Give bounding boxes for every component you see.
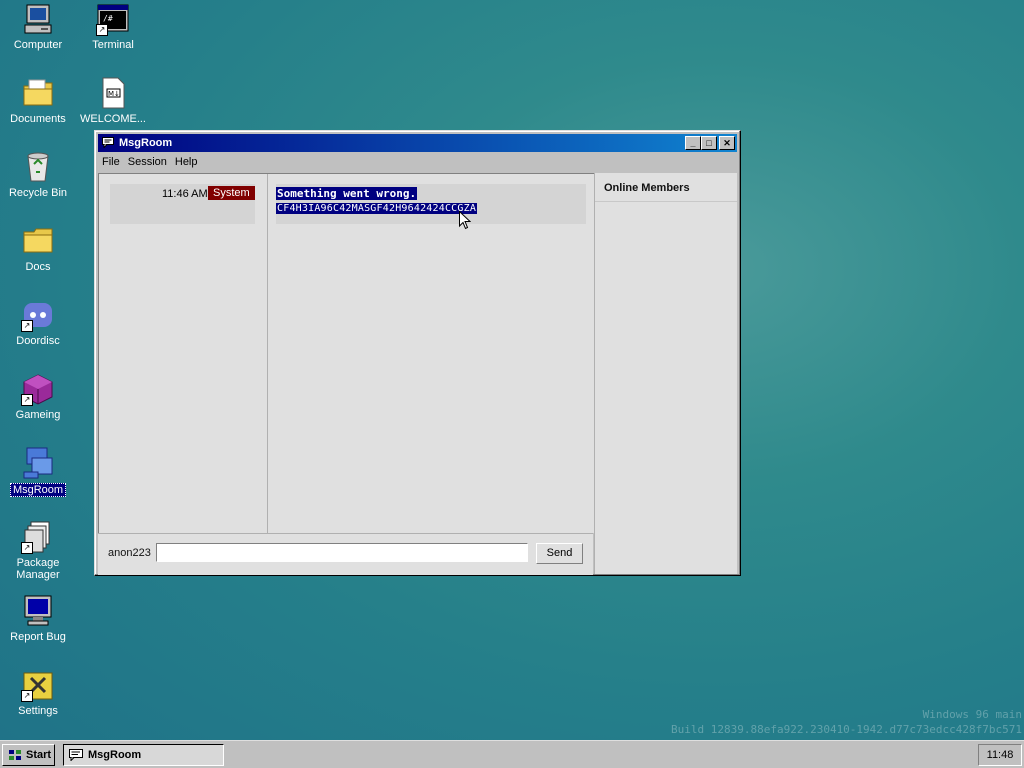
message-time: 11:46 AM bbox=[162, 188, 208, 200]
desktop-icon-label: Terminal bbox=[92, 39, 134, 51]
desktop-icon-terminal[interactable]: /# ↗ Terminal bbox=[75, 2, 151, 51]
terminal-icon: /# ↗ bbox=[96, 2, 130, 36]
window-title: MsgRoom bbox=[119, 137, 173, 149]
desktop-icon-package-manager[interactable]: ↗ Package Manager bbox=[0, 520, 76, 581]
username-label: anon223 bbox=[108, 547, 151, 559]
desktop-icon-doordisc[interactable]: ↗ Doordisc bbox=[0, 298, 76, 347]
package-icon: ↗ bbox=[21, 520, 55, 554]
desktop-icon-label: Docs bbox=[25, 261, 51, 273]
desktop-icon-documents[interactable]: Documents bbox=[0, 76, 76, 125]
desktop-icon-docs[interactable]: Docs bbox=[0, 224, 76, 273]
desktop-icon-gameing[interactable]: ↗ Gameing bbox=[0, 372, 76, 421]
message-input[interactable] bbox=[156, 543, 528, 562]
folder-documents-icon bbox=[21, 76, 55, 110]
desktop-icon-label: Gameing bbox=[15, 409, 61, 421]
shortcut-arrow-icon: ↗ bbox=[21, 690, 33, 702]
minimize-button[interactable]: _ bbox=[685, 136, 701, 150]
taskbar: Start MsgRoom 11:48 bbox=[0, 740, 1024, 768]
start-label: Start bbox=[26, 749, 52, 761]
message-meta-column: 11:46 AM System bbox=[99, 174, 268, 533]
maximize-button[interactable]: □ bbox=[701, 136, 717, 150]
message-meta: 11:46 AM System bbox=[110, 184, 255, 224]
desktop-icon-label: Doordisc bbox=[16, 335, 60, 347]
folder-icon bbox=[21, 224, 55, 258]
desktop-icon-msgroom[interactable]: MsgRoom bbox=[0, 446, 76, 497]
settings-tools-icon: ↗ bbox=[21, 668, 55, 702]
message-area[interactable]: 11:46 AM System Something went wrong. CF… bbox=[98, 173, 594, 533]
msgroom-window: MsgRoom _ □ ✕ File Session Help 11:46 AM S… bbox=[94, 130, 741, 576]
desktop-icon-label: Computer bbox=[13, 39, 63, 51]
shortcut-arrow-icon: ↗ bbox=[21, 320, 33, 332]
desktop-icon-label: Documents bbox=[10, 113, 66, 125]
computer-icon bbox=[21, 2, 55, 36]
members-header: Online Members bbox=[595, 173, 737, 202]
monitor-bug-icon bbox=[21, 594, 55, 628]
msgroom-icon bbox=[21, 446, 55, 480]
message-line-1: Something went wrong. bbox=[276, 187, 418, 200]
desktop-icon-label: WELCOME... bbox=[79, 113, 146, 125]
shortcut-arrow-icon: ↗ bbox=[21, 394, 33, 406]
shortcut-arrow-icon: ↗ bbox=[21, 542, 33, 554]
taskbar-item-msgroom[interactable]: MsgRoom bbox=[63, 744, 224, 766]
desktop-icon-report-bug[interactable]: Report Bug bbox=[0, 594, 76, 643]
mouse-cursor-icon bbox=[459, 210, 472, 230]
svg-text:M↓: M↓ bbox=[108, 90, 120, 98]
markdown-file-icon: M↓ bbox=[96, 76, 130, 110]
version-watermark-build: Build 12839.88efa922.230410-1942.d77c73e… bbox=[671, 723, 1022, 736]
recycle-bin-icon bbox=[21, 150, 55, 184]
chat-bubble-icon bbox=[69, 749, 83, 764]
shortcut-arrow-icon: ↗ bbox=[96, 24, 108, 36]
send-button[interactable]: Send bbox=[536, 543, 583, 564]
message-body[interactable]: Something went wrong. CF4H3IA96C42MASGF4… bbox=[276, 184, 586, 224]
sender-badge[interactable]: System bbox=[208, 186, 255, 200]
desktop-icon-label: Package Manager bbox=[16, 557, 60, 581]
desktop-icon-label: MsgRoom bbox=[9, 483, 67, 497]
menu-file[interactable]: File bbox=[98, 153, 124, 171]
window-titlebar[interactable]: MsgRoom _ □ ✕ bbox=[98, 134, 737, 152]
compose-bar: anon223 Send bbox=[98, 533, 593, 575]
message-line-2: CF4H3IA96C42MASGF42H9642424CCGZA bbox=[276, 203, 478, 214]
menu-bar: File Session Help bbox=[98, 153, 737, 171]
start-logo-icon bbox=[7, 748, 23, 765]
discord-icon: ↗ bbox=[21, 298, 55, 332]
version-watermark-title: Windows 96 main bbox=[922, 708, 1022, 721]
close-button[interactable]: ✕ bbox=[719, 136, 735, 150]
desktop-icon-label: Recycle Bin bbox=[8, 187, 68, 199]
svg-text:/#: /# bbox=[103, 14, 113, 23]
taskbar-item-label: MsgRoom bbox=[88, 749, 142, 761]
desktop-icon-label: Settings bbox=[18, 705, 58, 717]
menu-session[interactable]: Session bbox=[124, 153, 171, 171]
chat-bubble-icon bbox=[102, 137, 114, 149]
start-button[interactable]: Start bbox=[2, 744, 55, 766]
menu-help[interactable]: Help bbox=[171, 153, 202, 171]
desktop-icon-computer[interactable]: Computer bbox=[0, 2, 76, 51]
game-cube-icon: ↗ bbox=[21, 372, 55, 406]
online-members-panel: Online Members bbox=[594, 173, 737, 574]
members-title: Online Members bbox=[604, 182, 690, 194]
system-tray-clock[interactable]: 11:48 bbox=[978, 744, 1022, 766]
desktop-icon-settings[interactable]: ↗ Settings bbox=[0, 668, 76, 717]
desktop-icon-label: Report Bug bbox=[10, 631, 66, 643]
desktop-icon-recycle-bin[interactable]: Recycle Bin bbox=[0, 150, 76, 199]
desktop-icon-welcome[interactable]: M↓ WELCOME... bbox=[75, 76, 151, 125]
